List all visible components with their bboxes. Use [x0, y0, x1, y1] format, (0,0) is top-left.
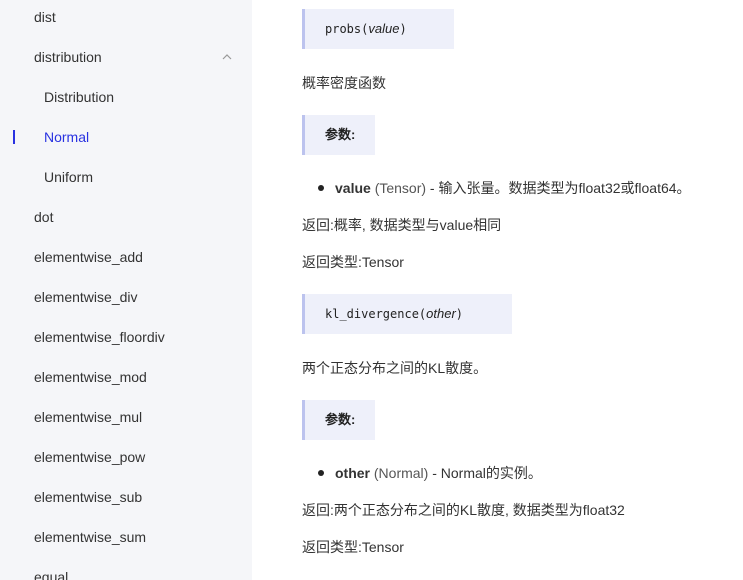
- sidebar-item-normal[interactable]: Normal: [44, 127, 89, 147]
- sidebar-item-distribution[interactable]: distribution: [34, 47, 102, 67]
- sidebar-item-elementwise-add[interactable]: elementwise_add: [34, 247, 143, 267]
- returns-text: 返回:两个正态分布之间的KL散度, 数据类型为float32: [302, 502, 625, 518]
- doc-content: probs(value) 概率密度函数 参数: value (Tensor) -…: [252, 0, 743, 580]
- sidebar-item-uniform[interactable]: Uniform: [44, 167, 93, 187]
- param-desc: - Normal的实例。: [428, 465, 542, 481]
- bullet-icon: [318, 185, 324, 192]
- method-name: probs: [325, 22, 362, 36]
- param-name: value: [335, 180, 371, 196]
- chevron-up-icon[interactable]: [221, 53, 233, 61]
- active-indicator: [13, 130, 15, 144]
- sidebar: dist distribution Distribution Normal Un…: [0, 0, 252, 580]
- param-item: other (Normal) - Normal的实例。: [318, 463, 542, 483]
- returns-text: 返回:概率, 数据类型与value相同: [302, 217, 502, 233]
- param-item: value (Tensor) - 输入张量。数据类型为float32或float…: [318, 178, 691, 198]
- sidebar-item-equal[interactable]: equal: [34, 567, 68, 580]
- sidebar-item-elementwise-div[interactable]: elementwise_div: [34, 287, 138, 307]
- sidebar-item-elementwise-pow[interactable]: elementwise_pow: [34, 447, 145, 467]
- sidebar-item-elementwise-floordiv[interactable]: elementwise_floordiv: [34, 327, 165, 347]
- bullet-icon: [318, 470, 324, 477]
- return-type-text: 返回类型:Tensor: [302, 539, 404, 555]
- sidebar-item-dist[interactable]: dist: [34, 7, 56, 27]
- params-heading: 参数:: [302, 400, 376, 440]
- method-arg: value: [368, 21, 400, 36]
- param-name: other: [335, 465, 370, 481]
- return-type-text: 返回类型:Tensor: [302, 254, 404, 270]
- param-desc: - 输入张量。数据类型为float32或float64。: [426, 180, 691, 196]
- sidebar-item-elementwise-mod[interactable]: elementwise_mod: [34, 367, 147, 387]
- sidebar-item-elementwise-sub[interactable]: elementwise_sub: [34, 487, 142, 507]
- param-type: (Tensor): [370, 180, 427, 196]
- method-name: kl_divergence: [325, 307, 419, 321]
- param-type: (Normal): [370, 465, 429, 481]
- params-heading: 参数:: [302, 115, 376, 155]
- sidebar-item-dot[interactable]: dot: [34, 207, 53, 227]
- sidebar-item-elementwise-mul[interactable]: elementwise_mul: [34, 407, 142, 427]
- method-arg: other: [426, 306, 456, 321]
- sidebar-item-distribution-class[interactable]: Distribution: [44, 87, 114, 107]
- method-signature-probs: probs(value): [302, 9, 454, 49]
- sidebar-item-elementwise-sum[interactable]: elementwise_sum: [34, 527, 146, 547]
- method-description: 两个正态分布之间的KL散度。: [302, 360, 488, 376]
- method-signature-kl-divergence: kl_divergence(other): [302, 294, 512, 334]
- method-description: 概率密度函数: [302, 75, 386, 91]
